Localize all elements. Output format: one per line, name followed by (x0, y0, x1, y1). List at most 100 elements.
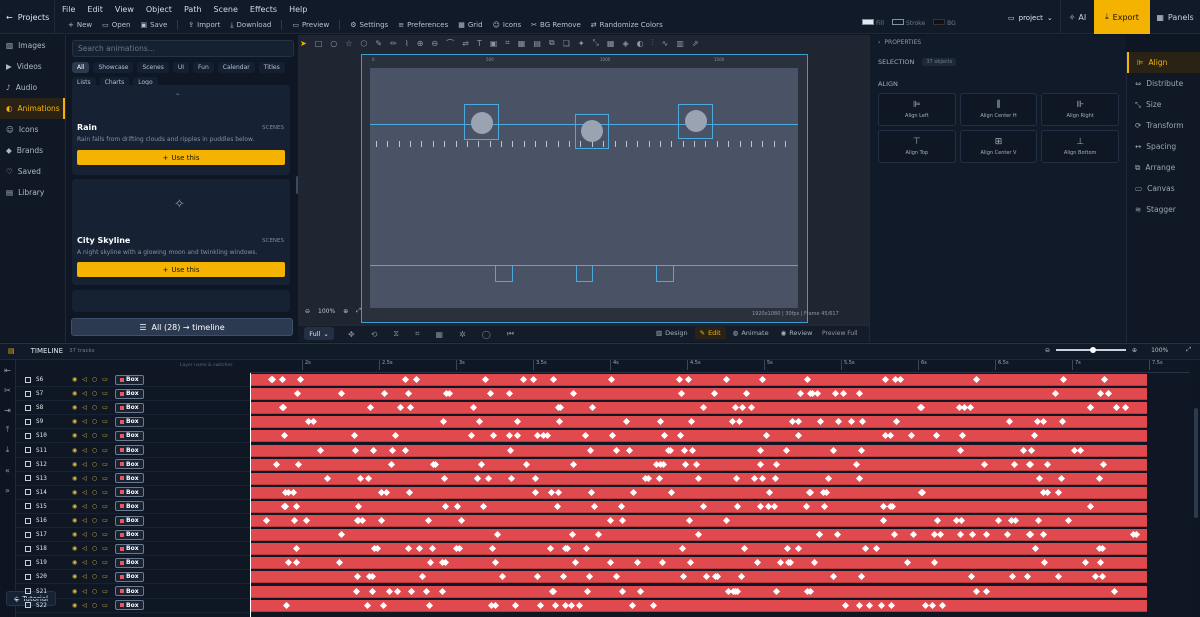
skip-end-icon[interactable]: ⇥ (0, 400, 15, 420)
keyframe[interactable] (617, 502, 626, 510)
keyframe[interactable] (753, 559, 762, 567)
mode-tab-edit[interactable]: ✎ Edit (694, 327, 726, 339)
keyframe[interactable] (415, 545, 424, 553)
keyframe[interactable] (1121, 404, 1130, 412)
lock-icon[interactable]: ▭ (102, 517, 108, 524)
solo-icon[interactable]: ○ (92, 545, 97, 552)
scale-icon[interactable]: ⤡ (593, 38, 599, 48)
wave-icon[interactable]: ∿ (662, 39, 669, 48)
keyframe[interactable] (758, 474, 767, 482)
keyframe[interactable] (794, 545, 803, 553)
keyframe[interactable] (438, 587, 447, 595)
playhead[interactable] (250, 373, 251, 617)
eye-icon[interactable]: ◉ (72, 531, 77, 538)
solo-icon[interactable]: ○ (92, 559, 97, 566)
layer-checkbox[interactable] (25, 588, 31, 594)
keyframe[interactable] (771, 474, 780, 482)
table-icon[interactable]: ▦ (518, 39, 526, 48)
eye-icon[interactable]: ◉ (72, 376, 77, 383)
keyframe[interactable] (323, 474, 332, 482)
keyframe[interactable] (728, 418, 737, 426)
keyframe[interactable] (803, 375, 812, 384)
keyframe[interactable] (467, 432, 476, 440)
keyframe[interactable] (772, 587, 781, 595)
lock-icon[interactable]: ▭ (102, 390, 108, 397)
keyframe[interactable] (731, 404, 740, 412)
stroke-control[interactable]: Stroke (892, 19, 925, 27)
keyframe[interactable] (660, 432, 669, 440)
dash-circle-icon[interactable]: ⊖ (431, 39, 438, 48)
keyframe[interactable] (694, 531, 703, 539)
ai-button[interactable]: ✧ AI (1060, 0, 1094, 34)
keyframe[interactable] (488, 545, 497, 553)
keyframe[interactable] (489, 432, 498, 440)
layer-checkbox[interactable] (25, 376, 31, 383)
eye-icon[interactable]: ◉ (72, 545, 77, 552)
keyframe[interactable] (292, 559, 301, 567)
eye-icon[interactable]: ◉ (72, 432, 77, 439)
keyframe[interactable] (587, 488, 596, 496)
keyframe[interactable] (972, 587, 981, 595)
track-bar[interactable] (250, 472, 1147, 485)
keyframe[interactable] (292, 502, 301, 510)
keyframe[interactable] (351, 446, 360, 454)
animation-card-partial[interactable] (72, 290, 290, 312)
toolbar-grid-button[interactable]: ▦ Grid (458, 21, 482, 29)
keyframe[interactable] (887, 601, 896, 609)
keyframe[interactable] (625, 446, 634, 454)
solo-icon[interactable]: ○ (92, 602, 97, 609)
keyframe[interactable] (428, 545, 437, 553)
keyframe[interactable] (364, 474, 373, 482)
track-bar[interactable] (250, 599, 1147, 612)
track-bar[interactable] (250, 416, 1147, 429)
panel-tab-stagger[interactable]: ≋ Stagger (1127, 199, 1200, 220)
menu-effects[interactable]: Effects (250, 5, 277, 14)
projects-button[interactable]: ← Projects (0, 0, 55, 34)
track-bar[interactable] (250, 402, 1147, 415)
keyframe[interactable] (688, 446, 697, 454)
layer-row[interactable]: S8 ◉ ◁ ○ ▭ Box (16, 401, 250, 416)
keyframe[interactable] (607, 375, 616, 384)
keyframe[interactable] (692, 460, 701, 468)
keyframe[interactable] (1112, 404, 1121, 412)
keyframe[interactable] (738, 404, 747, 412)
keyframe[interactable] (594, 531, 603, 539)
keyframe[interactable] (549, 587, 558, 595)
keyframe[interactable] (1086, 502, 1095, 510)
keyframe[interactable] (511, 601, 520, 609)
zoom-out-icon[interactable]: ⊖ (305, 308, 310, 315)
zoom-in-icon[interactable]: ⊕ (1132, 347, 1137, 354)
audio-icon[interactable]: ◁ (82, 475, 87, 482)
keyframe[interactable] (855, 390, 864, 398)
panel-tab-transform[interactable]: ⟳ Transform (1127, 115, 1200, 136)
keyframe[interactable] (794, 418, 803, 426)
audio-icon[interactable]: ◁ (82, 559, 87, 566)
panel-tab-distribute[interactable]: ⇔ Distribute (1127, 73, 1200, 94)
keyframe[interactable] (656, 418, 665, 426)
toolbar-preview-button[interactable]: ▭ Preview (292, 21, 329, 29)
audio-icon[interactable]: ◁ (82, 602, 87, 609)
keyframe[interactable] (972, 375, 981, 384)
group-icon[interactable]: ⌗ (415, 329, 420, 339)
toolbar-new-button[interactable]: + New (68, 21, 92, 29)
eye-icon[interactable]: ◉ (72, 573, 77, 580)
nav-item-videos[interactable]: ▶ Videos (0, 56, 65, 77)
keyframe[interactable] (401, 375, 410, 384)
keyframe[interactable] (1110, 587, 1119, 595)
solo-icon[interactable]: ○ (92, 475, 97, 482)
audio-icon[interactable]: ◁ (82, 418, 87, 425)
eye-icon[interactable]: ◉ (72, 489, 77, 496)
audio-icon[interactable]: ◁ (82, 432, 87, 439)
keyframe[interactable] (675, 375, 684, 384)
keyframe[interactable] (676, 432, 685, 440)
pointer-icon[interactable]: ➤ (300, 39, 307, 48)
keyframe[interactable] (1019, 446, 1028, 454)
chip-calendar[interactable]: Calendar (217, 62, 255, 73)
keyframe[interactable] (493, 531, 502, 539)
nav-item-images[interactable]: ▨ Images (0, 35, 65, 56)
eye-icon[interactable]: ◉ (72, 390, 77, 397)
keyframe[interactable] (928, 601, 937, 609)
keyframe[interactable] (841, 601, 850, 609)
align-align-top-button[interactable]: ⊤ Align Top (878, 130, 956, 163)
track-bar[interactable] (250, 543, 1147, 556)
